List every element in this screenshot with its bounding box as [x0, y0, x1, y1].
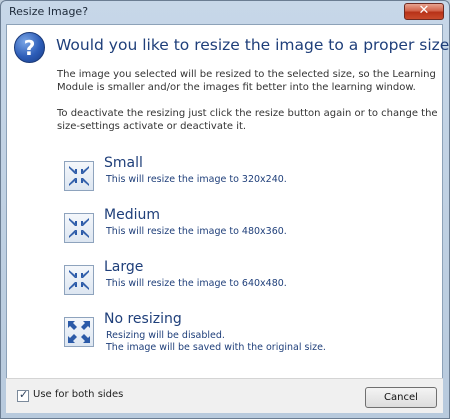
- title-bar: Resize Image? ✕: [1, 1, 449, 23]
- window-title: Resize Image?: [9, 5, 89, 18]
- use-for-both-sides-checkbox[interactable]: ✓: [17, 388, 29, 402]
- description-paragraph-2: To deactivate the resizing just click th…: [57, 108, 438, 132]
- shrink-arrows-icon[interactable]: [64, 213, 94, 243]
- description-paragraph-1: The image you selected will be resized t…: [57, 69, 436, 93]
- option-title[interactable]: Medium: [104, 207, 160, 223]
- question-icon: ?: [14, 32, 45, 63]
- dialog-content: ? Would you like to resize the image to …: [6, 24, 450, 412]
- option-description: This will resize the image to 480x360.: [106, 226, 287, 237]
- option-description: This will resize the image to 640x480.: [106, 278, 287, 289]
- option-title[interactable]: Small: [104, 155, 143, 171]
- checkbox-label[interactable]: Use for both sides: [33, 389, 123, 400]
- option-title[interactable]: No resizing: [104, 311, 182, 327]
- option-title[interactable]: Large: [104, 259, 143, 275]
- option-description: Resizing will be disabled. The image wil…: [106, 330, 326, 353]
- checkmark-icon: ✓: [19, 388, 29, 401]
- shrink-arrows-icon[interactable]: [64, 161, 94, 191]
- option-large[interactable]: Large This will resize the image to 640x…: [64, 259, 364, 307]
- dialog-footer: ✓ Use for both sides Cancel: [6, 378, 443, 413]
- cancel-button[interactable]: Cancel: [365, 387, 437, 408]
- shrink-arrows-icon[interactable]: [64, 265, 94, 295]
- close-button[interactable]: ✕: [404, 3, 444, 20]
- close-icon: ✕: [418, 3, 430, 18]
- expand-arrows-icon[interactable]: [64, 317, 94, 347]
- dialog-heading: Would you like to resize the image to a …: [56, 36, 450, 54]
- option-no-resizing[interactable]: No resizing Resizing will be disabled. T…: [64, 311, 364, 359]
- resize-image-dialog: Resize Image? ✕ ? Would you like to resi…: [0, 0, 450, 419]
- option-medium[interactable]: Medium This will resize the image to 480…: [64, 207, 364, 255]
- option-small[interactable]: Small This will resize the image to 320x…: [64, 155, 364, 203]
- option-description: This will resize the image to 320x240.: [106, 174, 287, 185]
